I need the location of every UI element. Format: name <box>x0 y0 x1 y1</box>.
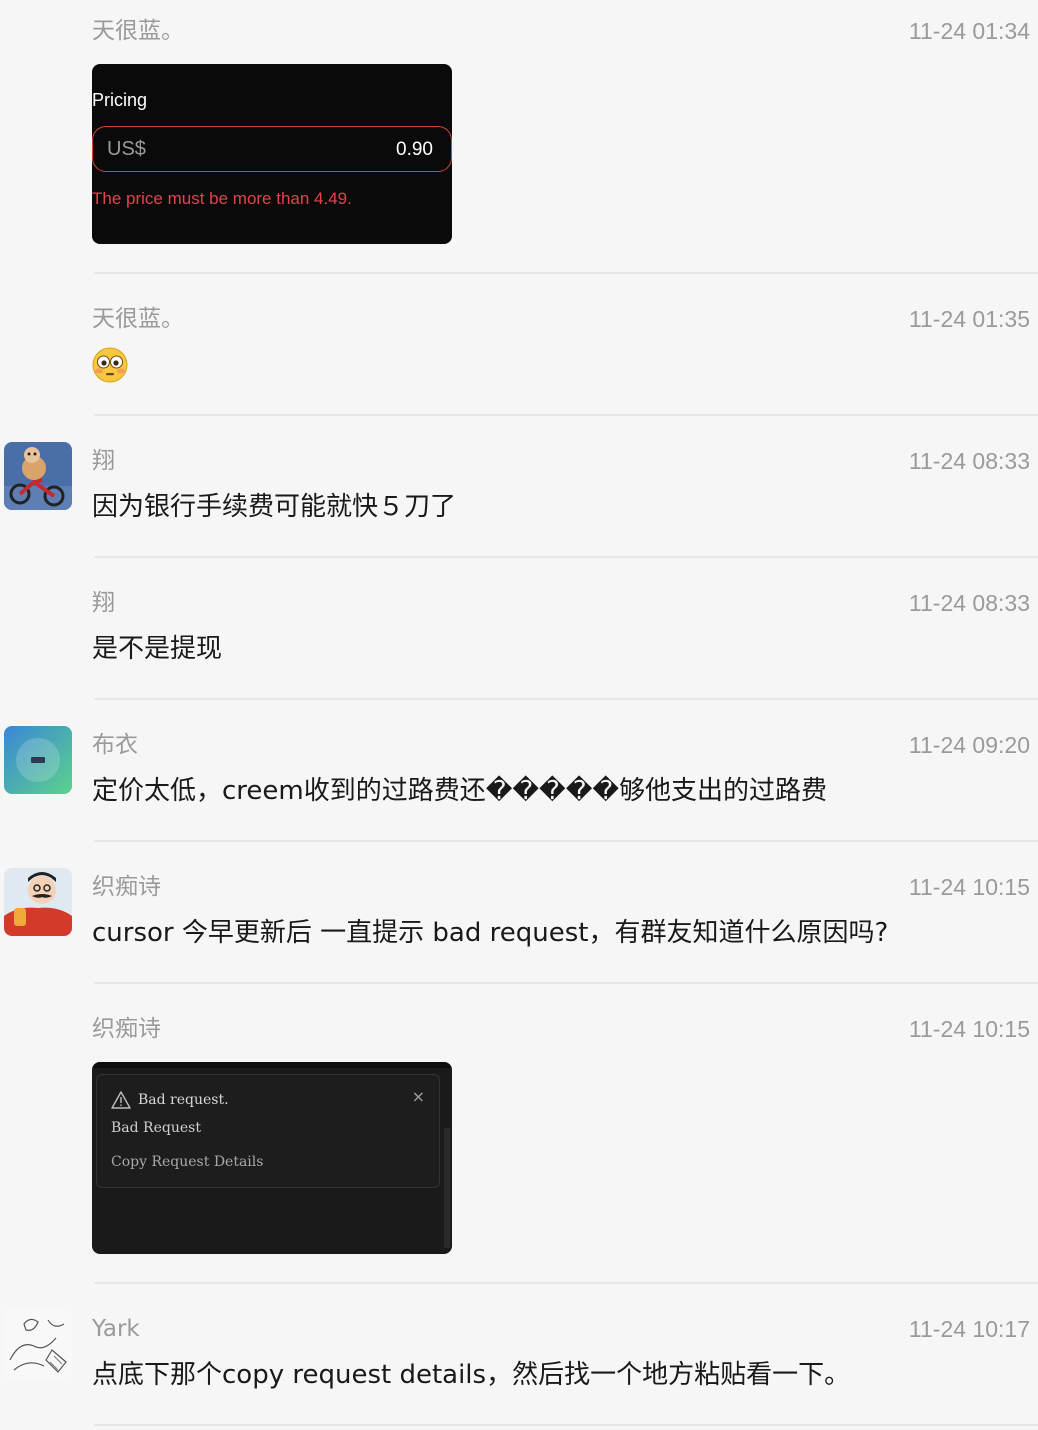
copy-request-details-link: Copy Request Details <box>111 1154 264 1170</box>
sender-name[interactable]: 天很蓝。 <box>92 16 184 46</box>
error-dialog: Bad request. × Bad Request Copy Request … <box>96 1074 440 1188</box>
close-icon: × <box>411 1087 425 1106</box>
message-time: 11-24 01:34 <box>908 18 1030 44</box>
sender-name[interactable]: Yark <box>92 1314 140 1344</box>
message-item: 织痴诗 11-24 10:15 Bad request. × Bad Reque… <box>0 1000 1038 1284</box>
sender-name[interactable]: 天很蓝。 <box>92 304 184 334</box>
sender-name[interactable]: 翔 <box>92 446 115 476</box>
currency-label: US$ <box>107 138 146 160</box>
message-item: 织痴诗 11-24 10:15 cursor 今早更新后 一直提示 bad re… <box>0 842 1038 984</box>
message-time: 11-24 01:35 <box>908 306 1030 332</box>
warning-icon <box>111 1091 131 1109</box>
message-item: 翔 11-24 08:33 因为银行手续费可能就快５刀了 <box>0 416 1038 558</box>
avatar[interactable] <box>4 1310 72 1378</box>
message-item: 布衣 11-24 09:20 定价太低，creem收到的过路费还�����够他支… <box>0 700 1038 842</box>
price-value: 0.90 <box>396 139 433 160</box>
price-error-text: The price must be more than 4.49. <box>92 189 352 208</box>
message-time: 11-24 08:33 <box>908 590 1030 616</box>
error-subtitle: Bad Request <box>111 1120 201 1136</box>
message-time: 11-24 09:20 <box>908 732 1030 758</box>
message-text: 点底下那个copy request details，然后找一个地方粘贴看一下。 <box>92 1360 851 1390</box>
mustache-man-avatar-icon <box>4 868 72 936</box>
sender-name[interactable]: 翔 <box>92 588 115 618</box>
error-title: Bad request. <box>138 1092 229 1108</box>
message-text: 定价太低，creem收到的过路费还�����够他支出的过路费 <box>92 776 828 806</box>
message-item: 翔 11-24 08:33 是不是提现 <box>0 558 1038 700</box>
message-item: Yark 11-24 10:17 点底下那个copy request detai… <box>0 1284 1038 1430</box>
window-top-bar <box>92 1062 452 1068</box>
sketch-drawing-avatar-icon <box>4 1310 72 1378</box>
avatar[interactable] <box>4 442 72 510</box>
sender-name[interactable]: 布衣 <box>92 730 138 760</box>
message-item: 天很蓝。 11-24 01:34 Pricing US$ 0.90 The pr… <box>0 0 1038 274</box>
flushed-face-icon <box>92 347 128 383</box>
message-text: 是不是提现 <box>92 634 223 664</box>
message-time: 11-24 10:15 <box>908 1016 1030 1042</box>
message-time: 11-24 08:33 <box>908 448 1030 474</box>
chat-message-list: 天很蓝。 11-24 01:34 Pricing US$ 0.90 The pr… <box>0 0 1038 1430</box>
gradient-circle-avatar-icon <box>4 726 72 794</box>
pricing-screenshot-image[interactable]: Pricing US$ 0.90 The price must be more … <box>92 64 452 244</box>
divider <box>94 1424 1038 1426</box>
message-time: 11-24 10:15 <box>908 874 1030 900</box>
sender-name[interactable]: 织痴诗 <box>92 872 161 902</box>
message-text: 因为银行手续费可能就快５刀了 <box>92 492 457 522</box>
avatar[interactable] <box>4 868 72 936</box>
pricing-label: Pricing <box>92 90 148 110</box>
cat-on-bike-avatar-icon <box>4 442 72 510</box>
bad-request-screenshot-image[interactable]: Bad request. × Bad Request Copy Request … <box>92 1062 452 1254</box>
divider <box>94 982 1038 984</box>
message-time: 11-24 10:17 <box>908 1316 1030 1342</box>
sender-name[interactable]: 织痴诗 <box>92 1014 161 1044</box>
message-text: cursor 今早更新后 一直提示 bad request，有群友知道什么原因吗… <box>92 918 889 948</box>
price-field: US$ 0.90 <box>92 126 452 172</box>
message-item: 天很蓝。 11-24 01:35 <box>0 274 1038 416</box>
avatar[interactable] <box>4 726 72 794</box>
scrollbar <box>444 1128 450 1248</box>
